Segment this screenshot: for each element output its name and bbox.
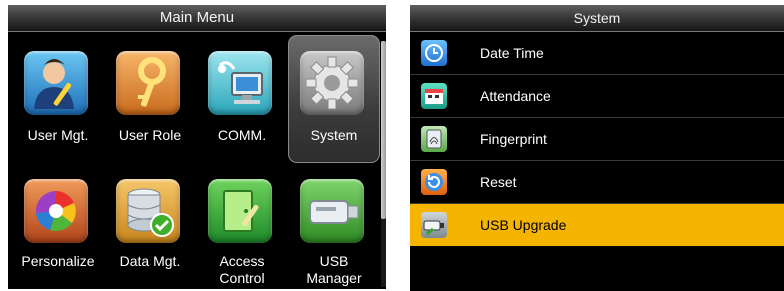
system-menu-title: System — [410, 5, 784, 32]
clock-icon — [421, 40, 447, 66]
network-computer-icon — [208, 51, 272, 115]
menu-item-label: User Mgt. — [27, 127, 89, 143]
system-item-label: Fingerprint — [480, 131, 547, 147]
system-item-fingerprint[interactable]: Fingerprint — [410, 118, 784, 161]
menu-item-label: Data Mgt. — [119, 253, 181, 269]
database-icon — [116, 179, 180, 243]
system-item-usb-upgrade[interactable]: USB Upgrade — [410, 204, 784, 246]
system-item-reset[interactable]: Reset — [410, 161, 784, 204]
usb-drive-icon — [300, 179, 364, 243]
menu-item-label: System — [310, 127, 358, 143]
main-menu-screen: Main Menu User Mgt. User Role COMM. Syst… — [8, 5, 386, 289]
menu-item-user-role[interactable]: User Role — [104, 39, 196, 163]
menu-item-comm[interactable]: COMM. — [196, 39, 288, 163]
fingerprint-icon — [421, 126, 447, 152]
menu-item-label: Access Control — [196, 253, 288, 287]
label-line: USB — [319, 253, 349, 269]
label-line: Access — [219, 253, 265, 269]
system-item-date-time[interactable]: Date Time — [410, 32, 784, 75]
system-item-label: Reset — [480, 174, 517, 190]
menu-item-label: COMM. — [217, 127, 267, 143]
label-line: Control — [219, 270, 265, 286]
main-menu-title: Main Menu — [8, 5, 386, 32]
menu-item-user-mgt[interactable]: User Mgt. — [12, 39, 104, 163]
scrollbar-thumb[interactable] — [381, 41, 386, 219]
system-item-attendance[interactable]: Attendance — [410, 75, 784, 118]
main-menu-scrollbar[interactable] — [381, 41, 386, 287]
system-menu-screen: System Date Time Attendance Fingerprint … — [410, 5, 784, 291]
system-item-label: USB Upgrade — [480, 217, 567, 233]
color-wheel-icon — [24, 179, 88, 243]
menu-item-label: USB Manager — [288, 253, 380, 287]
menu-item-usb-manager[interactable]: USB Manager — [288, 167, 380, 289]
menu-item-personalize[interactable]: Personalize — [12, 167, 104, 289]
user-icon — [24, 51, 88, 115]
menu-item-label: Personalize — [21, 253, 95, 269]
attendance-icon — [421, 83, 447, 109]
door-icon — [208, 179, 272, 243]
main-menu-grid: User Mgt. User Role COMM. System Persona… — [12, 35, 382, 289]
usb-upgrade-icon — [421, 212, 447, 238]
system-item-label: Attendance — [480, 88, 551, 104]
menu-item-system[interactable]: System — [288, 35, 380, 163]
label-line: Manager — [306, 270, 362, 286]
menu-item-data-mgt[interactable]: Data Mgt. — [104, 167, 196, 289]
menu-item-label: User Role — [118, 127, 182, 143]
key-icon — [116, 51, 180, 115]
reset-icon — [421, 169, 447, 195]
menu-item-access-control[interactable]: Access Control — [196, 167, 288, 289]
system-item-label: Date Time — [480, 45, 544, 61]
gear-icon — [300, 51, 364, 115]
